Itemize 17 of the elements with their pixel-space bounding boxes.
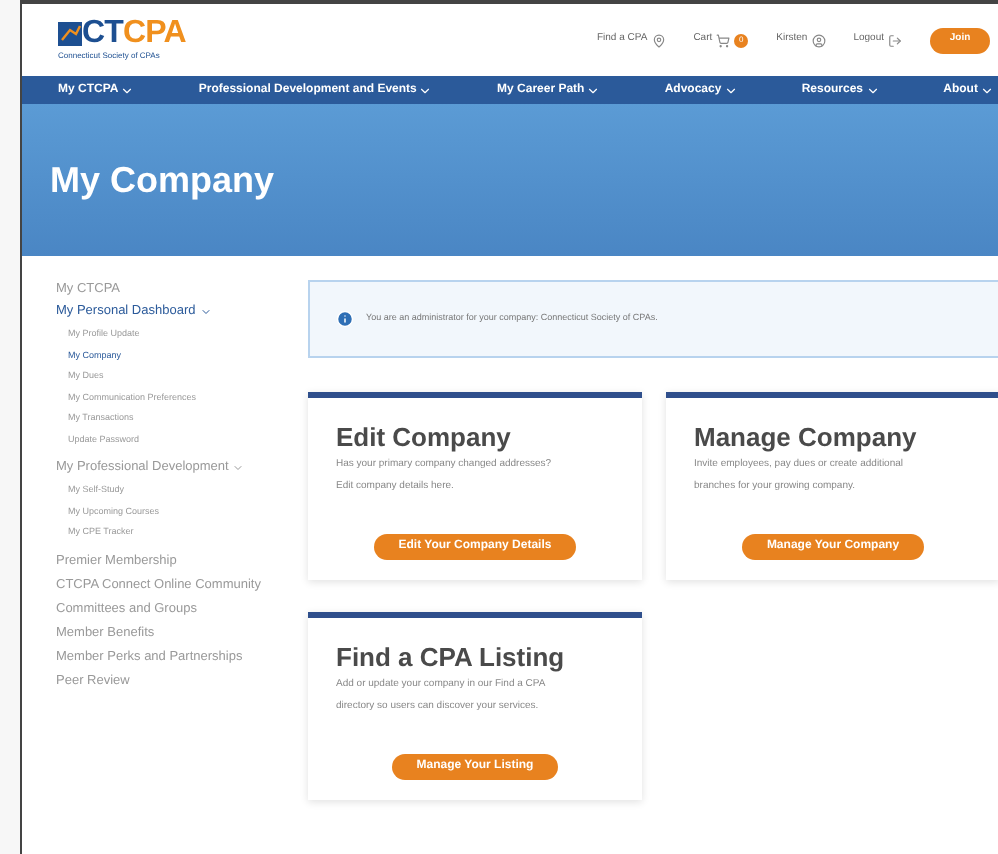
info-icon (336, 310, 354, 328)
chevron-icon (586, 83, 601, 97)
page-title: My Company (50, 157, 275, 204)
pin-icon (651, 33, 666, 47)
logo-icon (58, 22, 82, 46)
logout-icon (888, 33, 902, 47)
cart-icon (716, 33, 731, 47)
card-title: Manage Company (694, 422, 919, 454)
card-title: Find a CPA Listing (336, 642, 567, 674)
logo-text: CTCPA (82, 18, 186, 50)
chevron-icon (723, 83, 738, 97)
chevron-icon (865, 83, 879, 97)
chevron-icon (418, 83, 433, 97)
card-title: Edit Company (336, 422, 513, 454)
chevron-icon (979, 83, 994, 97)
chevron-icon (120, 83, 135, 97)
user-icon (811, 33, 826, 47)
